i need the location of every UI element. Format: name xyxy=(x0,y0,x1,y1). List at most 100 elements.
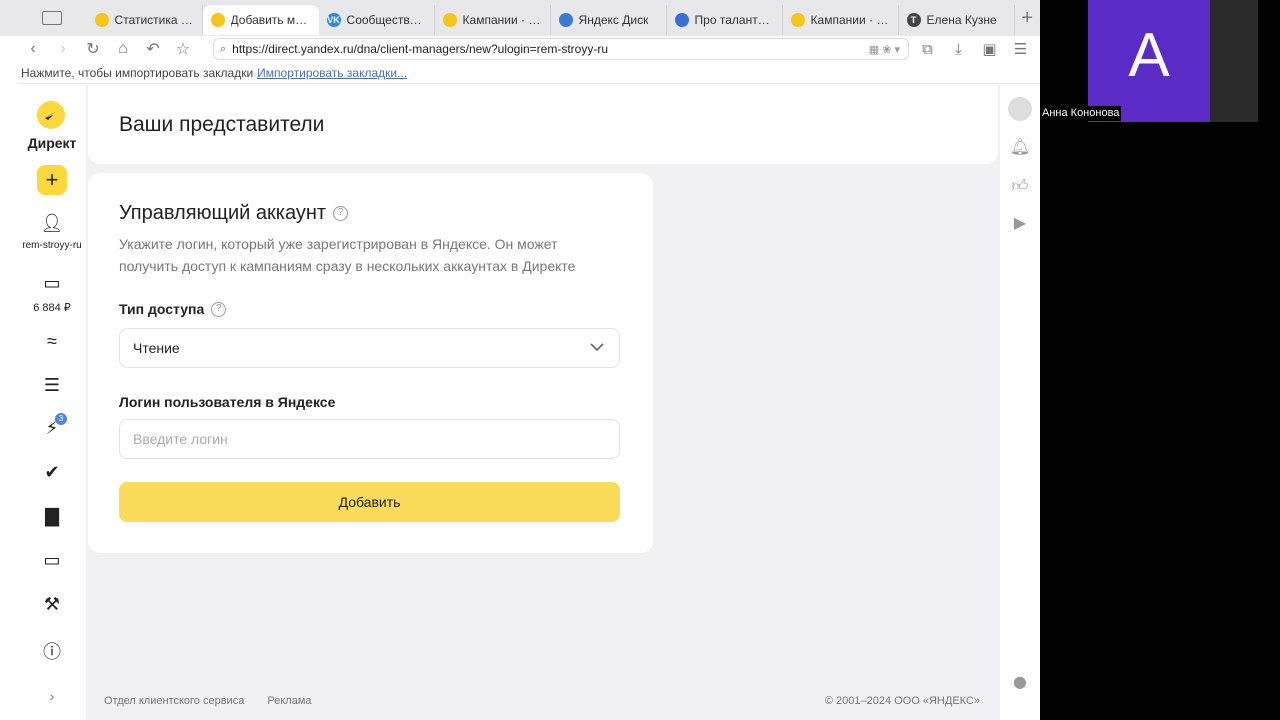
right-toolbar: 🔔︎ 👍︎ ▶︎ ⬤ xyxy=(1000,85,1040,720)
balance: 6 884 ₽ xyxy=(33,302,71,314)
direct-logo-icon[interactable] xyxy=(37,101,65,129)
help-icon[interactable]: ? xyxy=(333,206,349,221)
access-help-icon[interactable]: ? xyxy=(211,301,227,317)
undo-icon[interactable]: ↶ xyxy=(138,39,168,59)
tab-label: Статистика п... xyxy=(114,13,194,27)
tab-label: Кампании · k... xyxy=(462,13,542,27)
browser-tab[interactable]: T Елена Кузне xyxy=(899,5,1015,35)
form-title: Управляющий аккаунт ? xyxy=(119,202,349,225)
tab-favicon-icon: T xyxy=(906,13,921,27)
tab-label: Про таланты... xyxy=(694,13,774,27)
tab-favicon-icon: VK xyxy=(326,13,341,27)
header-card: Ваши представители xyxy=(88,85,998,164)
url-field[interactable]: ⌕ https://direct.yandex.ru/dna/client-ma… xyxy=(213,38,909,60)
services-icon[interactable]: ⬤ xyxy=(1000,675,1040,689)
campaigns-icon[interactable]: ☰ xyxy=(18,375,86,396)
home-icon[interactable]: ⌂ xyxy=(108,40,138,58)
browser-tab[interactable]: Кампании · k... xyxy=(435,5,551,35)
brand-name: Директ xyxy=(27,135,77,151)
back-arrow-icon[interactable]: ‹ xyxy=(18,40,48,58)
bookmarks-bar: Нажмите, чтобы импортировать закладки Им… xyxy=(18,62,1040,84)
participant-name: Анна Кононова xyxy=(1040,106,1122,121)
expand-chevron-icon[interactable]: › xyxy=(18,688,86,704)
avatar[interactable] xyxy=(1008,97,1032,121)
chart-icon[interactable]: ▇ xyxy=(18,506,86,527)
info-icon[interactable]: ⓘ xyxy=(18,638,86,664)
tab-label: Кампании · k... xyxy=(810,13,890,27)
reload-icon[interactable]: ↻ xyxy=(78,39,108,59)
browser-window: Статистика п... Добавить ме... VK Сообществ… xyxy=(18,0,1040,720)
tab-label: Сообщество... xyxy=(346,13,426,27)
tabs-overview-icon xyxy=(42,11,63,25)
tab-favicon-icon xyxy=(558,13,573,27)
bookmark-star-icon[interactable]: ☆ xyxy=(168,39,198,59)
access-type-label-text: Тип доступа xyxy=(119,301,205,317)
window-edge xyxy=(0,0,18,720)
tab-favicon-icon xyxy=(94,13,109,27)
browser-tab[interactable]: Статистика п... xyxy=(87,5,203,35)
window-edge-top xyxy=(0,0,18,36)
tabs-list: Статистика п... Добавить ме... VK Сообществ… xyxy=(87,1,1015,35)
extensions-icon[interactable]: ▦ ❀ ▾ xyxy=(869,43,900,56)
download-icon[interactable]: ⤓ xyxy=(943,41,974,58)
video-tile-edge xyxy=(1210,0,1258,122)
user-icon[interactable]: 👤︎ xyxy=(18,213,86,234)
video-tile[interactable]: А xyxy=(1088,0,1210,122)
footer-links: Отдел клиентского сервиса Реклама xyxy=(104,695,332,707)
browser-tab[interactable]: VK Сообщество... xyxy=(319,5,435,35)
bookmarks-hint: Нажмите, чтобы импортировать закладки xyxy=(21,65,254,80)
screenshot-icon[interactable]: ⧉ xyxy=(912,41,943,58)
check-circle-icon[interactable]: ✔ xyxy=(18,462,86,483)
notifications-badge: 3 xyxy=(55,413,67,425)
play-icon[interactable]: ▶︎ xyxy=(1000,213,1040,233)
thumbs-up-icon[interactable]: 👍︎ xyxy=(1000,177,1040,196)
apps-icon[interactable]: ▣ xyxy=(974,40,1005,58)
bell-icon[interactable]: 🔔︎ xyxy=(1000,137,1040,157)
forward-arrow-icon[interactable]: › xyxy=(48,40,78,58)
import-bookmarks-link[interactable]: Импортировать закладки... xyxy=(257,66,407,80)
sidebar: Директ + 👤︎ rem-stroyy-ru ▭ 6 884 ₽ ≈ ☰ … xyxy=(18,85,86,720)
tab-label: Яндекс Диск xyxy=(578,13,649,27)
lightning-icon[interactable]: ⚡︎ xyxy=(18,418,86,439)
add-button[interactable]: Добавить xyxy=(119,482,620,522)
address-bar: ‹ › ↻ ⌂ ↶ ☆ ⌕ https://direct.yandex.ru/d… xyxy=(18,36,1040,62)
tab-bar: Статистика п... Добавить ме... VK Сообществ… xyxy=(18,0,1040,36)
new-tab-plus-icon[interactable]: + xyxy=(1015,7,1040,30)
page-title: Ваши представители xyxy=(119,113,325,136)
access-type-select[interactable]: Чтение xyxy=(119,328,620,368)
tab-favicon-icon xyxy=(442,13,457,27)
chevron-down-icon xyxy=(590,343,604,352)
access-type-value: Чтение xyxy=(133,340,180,356)
browser-tab[interactable]: Кампании · k... xyxy=(783,5,899,35)
tab-favicon-icon xyxy=(674,13,689,27)
login-label: Логин пользователя в Яндексе xyxy=(119,394,336,410)
url-text: https://direct.yandex.ru/dna/client-mana… xyxy=(232,42,609,56)
form-title-text: Управляющий аккаунт xyxy=(119,202,327,224)
tab-favicon-icon xyxy=(790,13,805,27)
copyright: © 2001–2024 ООО «ЯНДЕКС» xyxy=(824,695,980,707)
browser-tools: ⧉ ⤓ ▣ ☰ xyxy=(912,36,1036,62)
tab-label: Елена Кузне xyxy=(926,13,997,27)
tabs-overview-button[interactable] xyxy=(18,0,87,36)
tab-favicon-icon xyxy=(210,13,225,27)
login-input[interactable] xyxy=(119,419,620,459)
participant-initial: А xyxy=(1128,21,1170,90)
access-type-label: Тип доступа ? xyxy=(119,301,227,317)
browser-tab[interactable]: Про таланты... xyxy=(667,5,783,35)
wallet-icon[interactable]: ▭ xyxy=(18,273,86,294)
tab-label: Добавить ме... xyxy=(230,13,311,27)
create-button[interactable]: + xyxy=(37,165,67,195)
manager-form: Управляющий аккаунт ? Укажите логин, кот… xyxy=(88,173,653,553)
footer-link-support[interactable]: Отдел клиентского сервиса xyxy=(104,695,244,707)
footer-link-ads[interactable]: Реклама xyxy=(267,695,311,707)
form-description: Укажите логин, который уже зарегистриров… xyxy=(119,236,576,274)
wrench-icon[interactable]: ⚒ xyxy=(18,594,86,615)
search-icon: ⌕ xyxy=(220,42,227,55)
menu-icon[interactable]: ☰ xyxy=(1005,40,1036,58)
page: Директ + 👤︎ rem-stroyy-ru ▭ 6 884 ₽ ≈ ☰ … xyxy=(18,85,1040,720)
waves-icon[interactable]: ≈ xyxy=(18,331,86,352)
account-login: rem-stroyy-ru xyxy=(22,240,82,251)
browser-tab[interactable]: Яндекс Диск xyxy=(551,5,667,35)
browser-tab[interactable]: Добавить ме... xyxy=(202,5,319,35)
layers-icon[interactable]: ▭ xyxy=(18,550,86,571)
